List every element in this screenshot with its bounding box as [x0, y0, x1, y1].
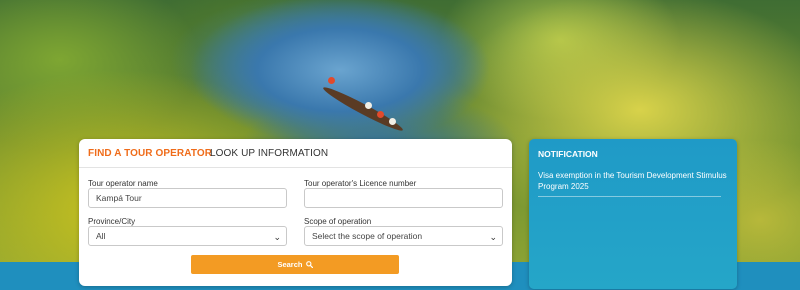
province-label: Province/City: [88, 217, 136, 226]
licence-number-input[interactable]: [304, 188, 503, 208]
person: [377, 111, 384, 118]
search-button[interactable]: Search: [191, 255, 399, 274]
search-button-label: Search: [277, 260, 303, 269]
notification-panel: NOTIFICATION Visa exemption in the Touri…: [529, 139, 737, 289]
chevron-down-icon: ⌄: [489, 232, 497, 242]
river: [190, 0, 490, 150]
notification-item[interactable]: Visa exemption in the Tourism Developmen…: [538, 170, 728, 192]
tab-divider: [79, 167, 512, 168]
person: [389, 118, 396, 125]
operator-name-label: Tour operator name: [88, 179, 158, 188]
person: [328, 77, 335, 84]
licence-number-label: Tour operator's Licence number: [304, 179, 417, 188]
notification-title: NOTIFICATION: [538, 149, 598, 159]
tab-look-up-information[interactable]: LOOK UP INFORMATION: [210, 148, 328, 159]
scope-selected-value: Select the scope of operation: [312, 231, 423, 241]
person: [365, 102, 372, 109]
province-select[interactable]: All ⌄: [88, 226, 287, 246]
scope-select[interactable]: Select the scope of operation ⌄: [304, 226, 503, 246]
tab-bar: FIND A TOUR OPERATOR LOOK UP INFORMATION: [79, 139, 512, 169]
search-icon: [305, 261, 313, 269]
operator-name-input[interactable]: Kampá Tour: [88, 188, 287, 208]
scope-label: Scope of operation: [304, 217, 372, 226]
chevron-down-icon: ⌄: [273, 232, 281, 242]
search-panel: FIND A TOUR OPERATOR LOOK UP INFORMATION…: [79, 139, 512, 286]
tab-find-tour-operator[interactable]: FIND A TOUR OPERATOR: [88, 148, 212, 159]
province-selected-value: All: [96, 231, 106, 241]
notification-divider: [538, 196, 721, 197]
